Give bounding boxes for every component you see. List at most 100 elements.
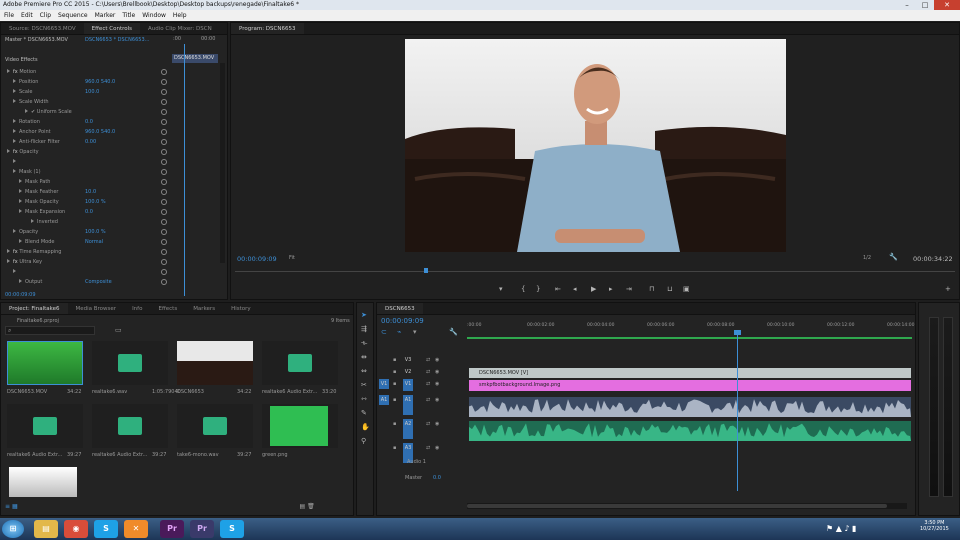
effect-row[interactable]: fx Opacity — [1, 147, 171, 157]
effect-value[interactable]: 0.0 — [85, 207, 93, 217]
project-item-thumbnail[interactable] — [262, 404, 338, 448]
export-frame-icon[interactable]: ▣ — [683, 285, 690, 293]
project-item-thumbnail[interactable] — [177, 404, 253, 448]
timeline-horizontal-scrollbar[interactable] — [467, 503, 907, 509]
expand-triangle-icon[interactable] — [19, 239, 22, 243]
skype-icon[interactable]: S — [94, 520, 118, 538]
effect-row[interactable]: Mask (1) — [1, 167, 171, 177]
system-clock[interactable]: 3:50 PM 10/27/2015 — [920, 520, 949, 532]
effect-value[interactable]: 960.0 540.0 — [85, 127, 115, 137]
tab-timeline-sequence[interactable]: DSCN6653 — [377, 303, 423, 314]
start-button-icon[interactable]: ⊞ — [2, 520, 24, 538]
expand-triangle-icon[interactable] — [13, 79, 16, 83]
go-to-out-icon[interactable]: ⇥ — [626, 285, 632, 293]
razor-tool-icon[interactable]: ✂ — [361, 381, 367, 389]
effect-row[interactable]: Position 960.0 540.0 — [1, 77, 171, 87]
reset-parameter-icon[interactable] — [161, 119, 167, 125]
menu-clip[interactable]: Clip — [40, 10, 51, 21]
effect-row[interactable]: Scale 100.0 — [1, 87, 171, 97]
hand-tool-icon[interactable]: ✋ — [361, 423, 370, 431]
tab-program[interactable]: Program: DSCN6653 — [231, 23, 304, 34]
xampp-icon[interactable]: ✕ — [124, 520, 148, 538]
track-target-v2[interactable]: V2 — [403, 367, 413, 377]
expand-triangle-icon[interactable] — [13, 229, 16, 233]
rolling-edit-tool-icon[interactable]: ⇹ — [361, 353, 367, 361]
effect-value[interactable]: 100.0 — [85, 87, 99, 97]
effect-row[interactable]: Output Composite — [1, 277, 171, 287]
effect-row[interactable]: Opacity 100.0 % — [1, 227, 171, 237]
lock-icon[interactable]: ▪ — [393, 421, 396, 427]
project-item-thumbnail[interactable] — [7, 341, 83, 385]
mark-in-icon[interactable]: { — [521, 285, 525, 293]
effect-value[interactable]: 960.0 540.0 — [85, 77, 115, 87]
add-marker-timeline-icon[interactable]: ▾ — [413, 328, 417, 336]
effects-scrollbar[interactable] — [220, 63, 225, 263]
sync-icon[interactable]: ⇄ — [426, 369, 430, 375]
effect-row[interactable] — [1, 157, 171, 167]
tab-info[interactable]: Info — [124, 303, 150, 314]
effect-row[interactable]: fx Ultra Key — [1, 257, 171, 267]
program-timecode[interactable]: 00:00:09:09 — [237, 255, 277, 263]
step-forward-icon[interactable]: ▸ — [609, 285, 613, 293]
track-target-v3[interactable]: V3 — [403, 355, 413, 365]
effect-row[interactable]: Mask Opacity 100.0 % — [1, 197, 171, 207]
reset-parameter-icon[interactable] — [161, 209, 167, 215]
effect-row[interactable] — [1, 267, 171, 277]
eye-icon[interactable]: ◉ — [435, 357, 439, 363]
sync-icon[interactable]: ⇄ — [426, 397, 430, 403]
project-item-thumbnail[interactable] — [7, 404, 83, 448]
expand-triangle-icon[interactable] — [13, 169, 16, 173]
reset-parameter-icon[interactable] — [161, 139, 167, 145]
effect-row[interactable]: Mask Path — [1, 177, 171, 187]
zoom-tool-icon[interactable]: ⚲ — [361, 437, 366, 445]
reset-parameter-icon[interactable] — [161, 109, 167, 115]
effects-timecode[interactable]: 00:00:09:09 — [5, 292, 36, 298]
expand-triangle-icon[interactable] — [25, 109, 28, 113]
program-playhead[interactable] — [424, 268, 428, 273]
premiere-pro-second-icon[interactable]: Pr — [190, 520, 214, 538]
tab-history[interactable]: History — [223, 303, 259, 314]
new-item-icon[interactable]: ▤ — [300, 503, 306, 510]
timeline-settings-icon[interactable]: 🔧 — [449, 328, 458, 336]
menu-edit[interactable]: Edit — [21, 10, 33, 21]
effect-row[interactable]: Scale Width — [1, 97, 171, 107]
menu-file[interactable]: File — [4, 10, 14, 21]
chrome-icon[interactable]: ◉ — [64, 520, 88, 538]
expand-triangle-icon[interactable] — [7, 249, 10, 253]
effect-row[interactable]: Inverted — [1, 217, 171, 227]
effect-row[interactable]: Anchor Point 960.0 540.0 — [1, 127, 171, 137]
source-patch-v1[interactable]: V1 — [379, 379, 389, 389]
mini-timeline-clip[interactable]: DSCN6653.MOV — [172, 54, 218, 63]
reset-parameter-icon[interactable] — [161, 249, 167, 255]
playhead-handle[interactable] — [734, 330, 741, 335]
expand-triangle-icon[interactable] — [19, 189, 22, 193]
slip-tool-icon[interactable]: ⇿ — [361, 395, 367, 403]
effect-value[interactable]: 0.00 — [85, 137, 96, 147]
effect-row[interactable]: ✔ Uniform Scale — [1, 107, 171, 117]
reset-parameter-icon[interactable] — [161, 279, 167, 285]
maximize-icon[interactable]: □ — [916, 0, 934, 10]
effect-value[interactable]: 0.0 — [85, 117, 93, 127]
expand-triangle-icon[interactable] — [7, 259, 10, 263]
lift-icon[interactable]: ⊓ — [649, 285, 654, 293]
source-patch-a1[interactable]: A1 — [379, 395, 389, 405]
list-view-icon[interactable]: ≡ — [5, 503, 10, 510]
lock-icon[interactable]: ▪ — [393, 357, 396, 363]
sequence-clip-label[interactable]: DSCN6653 * DSCN6653... — [85, 37, 149, 43]
program-scrub-bar[interactable] — [235, 271, 955, 272]
step-back-icon[interactable]: ◂ — [573, 285, 577, 293]
file-explorer-icon[interactable]: ▤ — [34, 520, 58, 538]
tray-icons[interactable]: ⚑ ▲ ♪ ▮ — [826, 524, 856, 533]
eye-icon[interactable]: ◉ — [435, 381, 439, 387]
tab-effects[interactable]: Effects — [150, 303, 185, 314]
sync-icon[interactable]: ⇄ — [426, 357, 430, 363]
master-clip-label[interactable]: Master * DSCN6653.MOV — [5, 37, 68, 43]
sync-icon[interactable]: ⇄ — [426, 381, 430, 387]
project-item-thumbnail[interactable] — [92, 404, 168, 448]
tab-project[interactable]: Project: Finaltake6 — [1, 303, 68, 314]
eye-icon[interactable]: ◉ — [435, 369, 439, 375]
timeline-ruler[interactable]: :00:00 00:00:02:00 00:00:04:00 00:00:06:00 0… — [467, 321, 914, 337]
clip-v2[interactable]: DSCN6653.MOV [V] — [469, 368, 911, 378]
snap-icon[interactable]: ⊂ — [381, 328, 387, 336]
new-bin-icon[interactable]: ▭ — [115, 326, 122, 334]
